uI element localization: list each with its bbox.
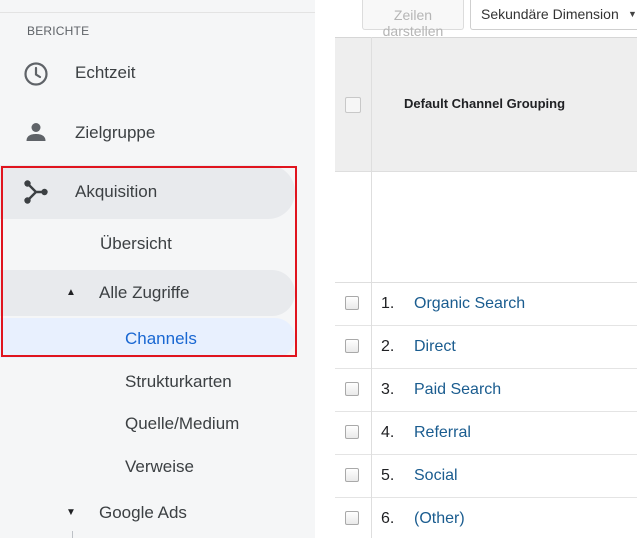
sidebar-item-label: Strukturkarten [125,372,232,391]
dropdown-arrow-icon: ▼ [628,9,637,19]
sidebar-item-strukturkarten[interactable]: Strukturkarten [0,364,300,398]
row-number: 5. [381,467,395,484]
sidebar-item-channels[interactable]: Channels [0,318,295,358]
sidebar-item-label: Akquisition [75,182,158,201]
sidebar-item-label: Channels [125,329,197,348]
section-label-berichte: BERICHTE [27,24,90,38]
caret-up-icon: ▲ [66,287,76,298]
table-summary-row [335,172,637,282]
clock-icon [22,60,50,88]
row-number: 2. [381,338,395,355]
sidebar-item-label: Google Ads [99,503,187,522]
tree-line [72,531,73,538]
sidebar-item-alle-zugriffe[interactable]: ▲ Alle Zugriffe [0,270,295,316]
row-number: 3. [381,381,395,398]
sidebar-item-label: Übersicht [100,234,172,253]
sidebar-item-verweise[interactable]: Verweise [0,449,300,483]
row-number: 4. [381,424,395,441]
channel-table: Default Channel Grouping 1. Organic Sear… [335,37,637,538]
channel-link[interactable]: Referral [414,424,471,442]
row-checkbox[interactable] [345,511,359,525]
table-row: 6. (Other) [335,498,637,538]
channel-link[interactable]: (Other) [414,510,465,528]
row-checkbox[interactable] [345,425,359,439]
table-row: 3. Paid Search [335,369,637,412]
channel-link[interactable]: Paid Search [414,381,501,399]
row-number: 6. [381,510,395,527]
table-toolbar: Zeilen darstellen Sekundäre Dimension ▼ [315,0,637,39]
sidebar-item-label: Quelle/Medium [125,414,240,433]
person-icon [22,118,50,146]
sidebar-item-google-ads[interactable]: ▼ Google Ads [0,495,300,529]
sidebar-item-label: Alle Zugriffe [99,283,190,302]
table-header-row: Default Channel Grouping [335,37,637,171]
acquisition-icon [22,178,50,206]
main-content: Zeilen darstellen Sekundäre Dimension ▼ … [315,0,637,538]
sidebar-item-uebersicht[interactable]: Übersicht [0,226,300,262]
secondary-dimension-dropdown[interactable]: Sekundäre Dimension ▼ [470,0,637,30]
channel-link[interactable]: Social [414,467,458,485]
sidebar-divider [0,12,315,13]
table-row: 2. Direct [335,326,637,369]
sidebar-item-label: Echtzeit [75,63,136,82]
row-number: 1. [381,295,395,312]
sidebar-item-akquisition[interactable]: Akquisition [0,165,295,219]
sidebar-item-echtzeit[interactable]: Echtzeit [0,56,300,92]
column-header-channel-grouping[interactable]: Default Channel Grouping [404,96,565,111]
plot-rows-button[interactable]: Zeilen darstellen [362,0,464,39]
row-checkbox[interactable] [345,339,359,353]
sidebar-item-label: Zielgruppe [75,123,156,142]
caret-down-icon: ▼ [66,507,76,518]
table-row: 5. Social [335,455,637,498]
row-checkbox[interactable] [345,296,359,310]
sidebar-item-label: Verweise [125,457,194,476]
table-row: 1. Organic Search [335,283,637,326]
row-checkbox[interactable] [345,468,359,482]
channel-link[interactable]: Direct [414,338,456,356]
sidebar-item-quelle-medium[interactable]: Quelle/Medium [0,406,300,440]
secondary-dimension-label: Sekundäre Dimension [481,6,619,22]
row-checkbox[interactable] [345,382,359,396]
sidebar-item-zielgruppe[interactable]: Zielgruppe [0,115,300,151]
sidebar: BERICHTE Echtzeit Zielgruppe Akquisition… [0,0,315,538]
table-row: 4. Referral [335,412,637,455]
channel-link[interactable]: Organic Search [414,295,525,313]
column-divider [371,37,372,538]
select-all-checkbox[interactable] [345,97,361,113]
